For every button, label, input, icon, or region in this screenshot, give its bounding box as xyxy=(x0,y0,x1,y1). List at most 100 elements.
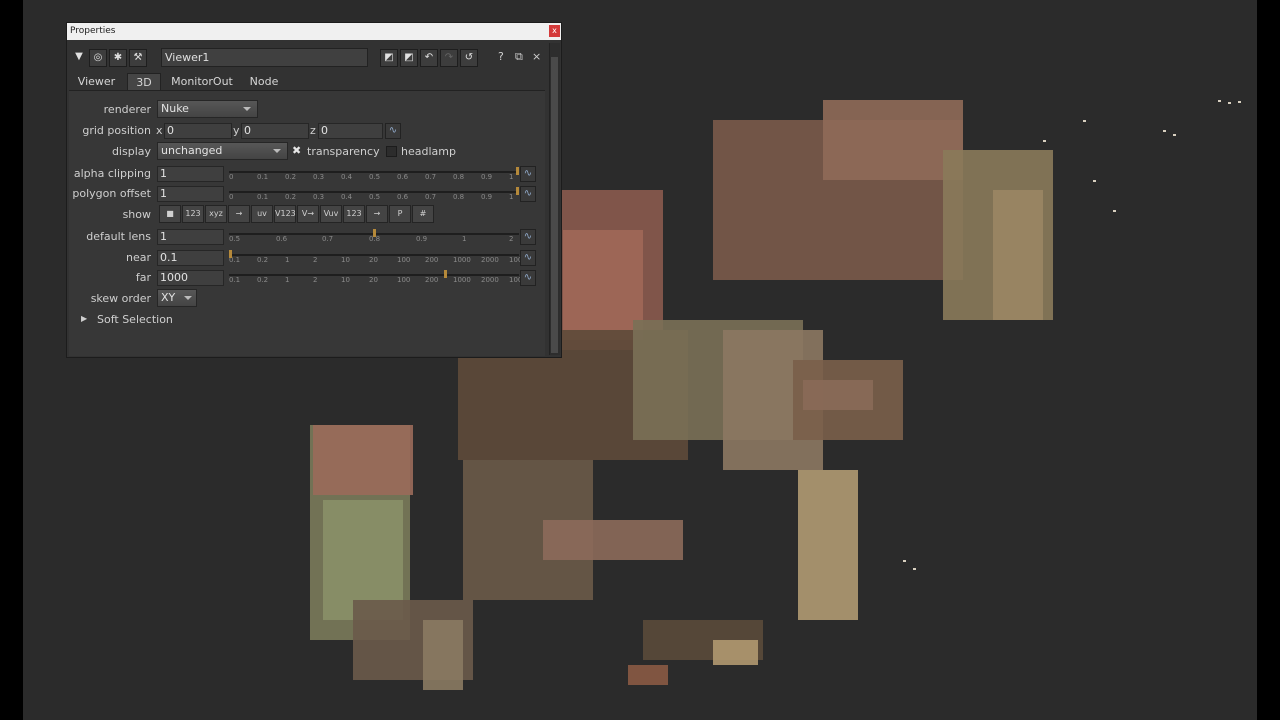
grid-z-field[interactable]: 0 xyxy=(318,123,383,139)
point-cloud-fragment xyxy=(313,425,413,495)
far-slider[interactable]: 0.10.21210201002001000200010000 xyxy=(229,270,531,286)
slider-handle[interactable] xyxy=(516,167,519,175)
slider-tick-label: 0 xyxy=(229,193,234,201)
polygon-offset-slider[interactable]: 0 0.1 0.2 0.3 0.4 0.5 0.6 0.7 0.8 0.9 1 xyxy=(229,187,519,203)
slider-tick-label: 0.3 xyxy=(313,173,325,181)
tab-content-3d: renderer Nuke grid position x 0 y 0 z 0 … xyxy=(69,90,545,356)
curve-icon[interactable]: ∿ xyxy=(520,250,536,266)
slider-tick-label: 0.9 xyxy=(481,193,493,201)
point-cloud-fragment xyxy=(423,620,463,690)
curve-icon[interactable]: ∿ xyxy=(385,123,401,139)
color-icon[interactable]: ◩ xyxy=(380,49,398,67)
default-lens-slider[interactable]: 0.5 0.6 0.7 0.8 0.9 1 2 xyxy=(229,229,519,245)
show-mode-button[interactable]: → xyxy=(366,205,388,223)
alpha-clipping-label: alpha clipping xyxy=(73,167,151,180)
point-cloud-speck xyxy=(1218,100,1221,102)
show-mode-button[interactable]: Vuv xyxy=(320,205,342,223)
slider-tick-label: 0.5 xyxy=(369,173,381,181)
show-mode-button[interactable]: ■ xyxy=(159,205,181,223)
point-cloud-speck xyxy=(1043,140,1046,142)
slider-tick-label: 0.8 xyxy=(453,193,465,201)
target-icon[interactable]: ◎ xyxy=(89,49,107,67)
far-field[interactable]: 1000 xyxy=(157,270,224,286)
skew-order-dropdown[interactable]: XY xyxy=(157,289,197,307)
point-cloud-fragment xyxy=(823,100,963,180)
tab-viewer[interactable]: Viewer xyxy=(69,73,124,91)
show-mode-button[interactable]: uv xyxy=(251,205,273,223)
slider-tick-label: 0.1 xyxy=(229,276,241,284)
redo-icon[interactable]: ↷ xyxy=(440,49,458,67)
slider-tick-label: 100 xyxy=(397,256,411,264)
slider-tick-label: 200 xyxy=(425,276,439,284)
alpha-clipping-slider[interactable]: 0 0.1 0.2 0.3 0.4 0.5 0.6 0.7 0.8 0.9 1 xyxy=(229,167,519,183)
slider-tick-label: 0.5 xyxy=(369,193,381,201)
node-name-field[interactable]: Viewer1 xyxy=(161,48,368,67)
slider-tick-label: 0.6 xyxy=(276,235,288,243)
alpha-clipping-field[interactable]: 1 xyxy=(157,166,224,182)
show-mode-button[interactable]: P xyxy=(389,205,411,223)
slider-handle[interactable] xyxy=(373,229,376,237)
float-icon[interactable]: ⧉ xyxy=(515,50,523,64)
curve-icon[interactable]: ∿ xyxy=(520,186,536,202)
grid-y-label: y xyxy=(233,124,240,137)
color-alt-icon[interactable]: ◩ xyxy=(400,49,418,67)
node-toolbar: ▼ ◎ ✱ ⚒ Viewer1 ◩ ◩ ↶ ↷ ↺ ? ⧉ × xyxy=(67,44,549,71)
renderer-dropdown[interactable]: Nuke xyxy=(157,100,258,118)
tab-node[interactable]: Node xyxy=(241,73,287,91)
slider-tick-label: 0.6 xyxy=(397,173,409,181)
collapse-icon[interactable]: ▼ xyxy=(70,49,88,67)
display-dropdown[interactable]: unchanged xyxy=(157,142,288,160)
window-close-button[interactable]: x xyxy=(549,25,560,37)
tab-monitorout[interactable]: MonitorOut xyxy=(165,73,239,91)
show-mode-button[interactable]: V→ xyxy=(297,205,319,223)
slider-tick-label: 2 xyxy=(313,256,318,264)
point-cloud-fragment xyxy=(628,665,668,685)
close-panel-icon[interactable]: × xyxy=(532,50,541,63)
polygon-offset-field[interactable]: 1 xyxy=(157,186,224,202)
grid-x-field[interactable]: 0 xyxy=(164,123,232,139)
slider-tick-label: 0.3 xyxy=(313,193,325,201)
tab-3d[interactable]: 3D xyxy=(127,73,161,91)
help-icon[interactable]: ? xyxy=(498,50,504,63)
show-mode-button[interactable]: xyz xyxy=(205,205,227,223)
properties-panel: Properties x ▼ ◎ ✱ ⚒ Viewer1 ◩ ◩ ↶ ↷ ↺ ?… xyxy=(66,22,562,358)
slider-tick-label: 0.9 xyxy=(416,235,428,243)
slider-tick-label: 1 xyxy=(509,173,514,181)
near-field[interactable]: 0.1 xyxy=(157,250,224,266)
show-mode-button[interactable]: V123 xyxy=(274,205,296,223)
show-mode-button[interactable]: → xyxy=(228,205,250,223)
show-mode-button[interactable]: 123 xyxy=(343,205,365,223)
transparency-label: transparency xyxy=(307,145,380,158)
grid-z-label: z xyxy=(310,124,316,137)
near-slider[interactable]: 0.10.21210201002001000200010000 xyxy=(229,250,531,266)
triangle-right-icon[interactable]: ▶ xyxy=(81,314,87,323)
renderer-value: Nuke xyxy=(161,102,189,115)
revert-icon[interactable]: ↺ xyxy=(460,49,478,67)
curve-icon[interactable]: ∿ xyxy=(520,229,536,245)
slider-handle[interactable] xyxy=(229,250,232,258)
point-cloud-speck xyxy=(903,560,906,562)
transparency-check-icon[interactable]: ✖ xyxy=(292,144,301,157)
curve-icon[interactable]: ∿ xyxy=(520,270,536,286)
slider-handle[interactable] xyxy=(516,187,519,195)
slider-tick-label: 0.7 xyxy=(425,193,437,201)
headlamp-checkbox[interactable] xyxy=(386,146,397,157)
undo-icon[interactable]: ↶ xyxy=(420,49,438,67)
grid-y-field[interactable]: 0 xyxy=(241,123,309,139)
wrench-icon[interactable]: ⚒ xyxy=(129,49,147,67)
bug-icon[interactable]: ✱ xyxy=(109,49,127,67)
default-lens-field[interactable]: 1 xyxy=(157,229,224,245)
soft-selection-group[interactable]: Soft Selection xyxy=(97,313,173,326)
curve-icon[interactable]: ∿ xyxy=(520,166,536,182)
polygon-offset-label: polygon offset xyxy=(72,187,151,200)
slider-tick-label: 1000 xyxy=(453,276,471,284)
show-mode-button[interactable]: # xyxy=(412,205,434,223)
slider-handle[interactable] xyxy=(444,270,447,278)
point-cloud-speck xyxy=(1173,134,1176,136)
show-label: show xyxy=(122,208,151,221)
panel-scrollbar[interactable] xyxy=(549,43,560,355)
show-mode-button[interactable]: 123 xyxy=(182,205,204,223)
slider-tick-label: 0.1 xyxy=(257,173,269,181)
title-bar[interactable]: Properties x xyxy=(67,23,561,40)
display-label: display xyxy=(111,145,151,158)
